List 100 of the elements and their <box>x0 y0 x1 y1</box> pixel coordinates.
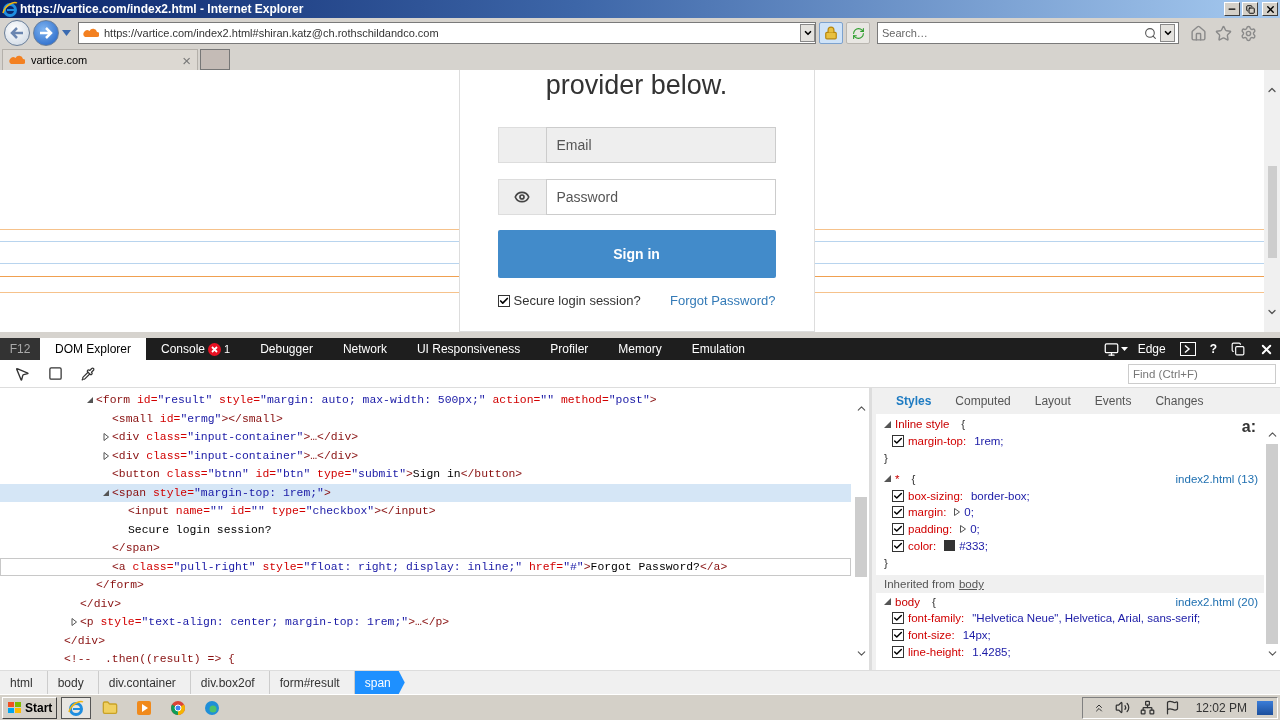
scroll-thumb[interactable] <box>855 497 867 577</box>
caret-icon[interactable] <box>62 30 71 36</box>
address-field[interactable]: https://vartice.com/index2.html#shiran.katz@ch.rothschildandco.com <box>78 22 816 44</box>
checkbox[interactable] <box>892 489 904 502</box>
clock: 12:02 PM <box>1195 700 1247 715</box>
checkbox[interactable] <box>892 612 904 625</box>
expanded-arrow-icon[interactable] <box>884 598 891 606</box>
pseudo-state-toggle[interactable]: a: <box>1241 418 1256 436</box>
back-button[interactable] <box>4 20 30 46</box>
help-button[interactable]: ? <box>1209 342 1217 356</box>
devtools-tab[interactable]: Console 1 <box>146 338 246 360</box>
css-property: margin: <box>908 506 947 519</box>
browser-tab[interactable]: vartice.com × <box>2 49 198 70</box>
devtools-tab[interactable]: DOM Explorer <box>40 338 146 360</box>
forward-arrow-icon <box>39 27 53 39</box>
code-text: <div class="input-container">…</div> <box>112 449 359 462</box>
expanded-arrow-icon[interactable] <box>884 475 891 483</box>
refresh-button[interactable] <box>846 22 870 44</box>
scroll-thumb[interactable] <box>1267 166 1277 258</box>
eyedropper-icon[interactable] <box>81 366 95 381</box>
styles-tab[interactable]: Changes <box>1143 394 1216 408</box>
box-icon[interactable] <box>48 366 63 381</box>
scrollbar[interactable] <box>1264 414 1280 670</box>
chevron-down-icon <box>1162 28 1173 38</box>
devtools-tab[interactable]: Debugger <box>245 338 328 360</box>
tab-label: DOM Explorer <box>55 342 131 356</box>
close-button[interactable] <box>1262 2 1278 16</box>
star-icon[interactable] <box>1215 24 1232 42</box>
checkbox[interactable] <box>497 294 510 307</box>
flag-icon[interactable] <box>1164 700 1180 715</box>
expand-arrow-icon[interactable] <box>954 508 961 517</box>
input-addon[interactable] <box>497 179 546 215</box>
tab-label: Emulation <box>691 342 746 356</box>
source-link[interactable]: index2.html (20) <box>1175 595 1258 608</box>
find-field[interactable]: Find (Ctrl+F) <box>1128 363 1276 384</box>
console-icon[interactable] <box>1179 342 1196 356</box>
devtools-tab[interactable]: Emulation <box>676 338 761 360</box>
password-field[interactable]: Password <box>545 179 776 215</box>
restore-icon <box>1245 4 1255 14</box>
styles-tab[interactable]: Events <box>1082 394 1144 408</box>
css-property: font-family: <box>908 612 965 625</box>
devtools-tab[interactable]: Profiler <box>535 338 604 360</box>
css-value: "Helvetica Neue", Helvetica, Arial, sans-serif; <box>972 612 1201 625</box>
sign-in-button[interactable]: Sign in <box>497 230 776 278</box>
devtools-tab[interactable]: UI Responsiveness <box>401 338 536 360</box>
code-text: </div> <box>64 634 105 647</box>
eye-icon[interactable] <box>514 189 530 205</box>
restore-icon[interactable] <box>1231 342 1245 356</box>
scrollbar[interactable] <box>1264 70 1280 332</box>
inherited-link[interactable]: body <box>958 578 984 591</box>
brace: { <box>911 472 916 485</box>
expanded-arrow-icon[interactable] <box>884 420 891 428</box>
window-title: https://vartice.com/index2.html - Internet Explorer <box>20 2 305 16</box>
dropdown-button[interactable] <box>800 24 815 42</box>
taskbar-button[interactable] <box>61 696 92 719</box>
checkbox[interactable] <box>892 645 904 658</box>
select-element-icon[interactable] <box>14 365 30 382</box>
check-icon <box>893 436 903 447</box>
styles-tab[interactable]: Computed <box>943 394 1023 408</box>
styles-tab[interactable]: Styles <box>884 394 944 408</box>
search-field[interactable]: Search… <box>877 22 1179 44</box>
close-icon <box>1264 3 1276 15</box>
show-desktop-button[interactable] <box>1257 700 1273 715</box>
checkbox[interactable] <box>892 506 904 519</box>
collapsed-arrow-icon[interactable] <box>100 451 112 460</box>
checkbox[interactable] <box>892 539 904 552</box>
start-button[interactable]: Start <box>2 696 58 719</box>
dropdown-button[interactable] <box>1160 24 1175 42</box>
chrome-icon[interactable] <box>170 699 187 716</box>
back-arrow-icon <box>10 27 24 39</box>
volume-icon[interactable] <box>1114 700 1130 715</box>
css-value: 14px; <box>962 629 991 642</box>
color-swatch[interactable] <box>944 540 956 552</box>
checkbox[interactable] <box>892 523 904 536</box>
refresh-icon <box>851 26 865 40</box>
checkbox-label: Secure login session? <box>513 293 642 308</box>
checkbox[interactable] <box>892 435 904 448</box>
brace: { <box>961 418 966 431</box>
source-link[interactable]: index2.html (13) <box>1175 472 1258 485</box>
collapsed-arrow-icon[interactable] <box>68 618 80 627</box>
chevron-down-icon <box>802 28 813 38</box>
tab-label: Console <box>161 342 206 356</box>
lock-icon <box>824 26 838 40</box>
expand-arrow-icon[interactable] <box>960 525 967 534</box>
collapsed-arrow-icon[interactable] <box>100 433 112 442</box>
restore-button[interactable] <box>1242 2 1258 16</box>
devtools-tab[interactable]: Memory <box>603 338 677 360</box>
forward-button[interactable] <box>33 20 59 46</box>
forgot-password-link[interactable]: Forgot Password? <box>670 293 776 308</box>
code-text: <small id="ermg"></small> <box>112 412 283 425</box>
minimize-button[interactable] <box>1224 2 1240 16</box>
checkbox[interactable] <box>892 629 904 642</box>
search-icon[interactable] <box>1144 26 1157 40</box>
devtools-tab[interactable]: Network <box>327 338 402 360</box>
network-icon[interactable] <box>1139 700 1155 715</box>
scroll-thumb[interactable] <box>1266 444 1278 644</box>
code-text: </span> <box>112 542 160 555</box>
email-field[interactable]: Email <box>545 127 776 163</box>
styles-tab[interactable]: Layout <box>1022 394 1083 408</box>
emulation-mode-button[interactable]: Edge <box>1103 341 1166 357</box>
